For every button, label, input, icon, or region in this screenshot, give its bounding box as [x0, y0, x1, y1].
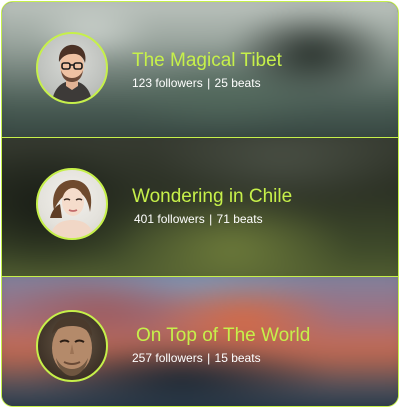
divider — [2, 276, 398, 277]
channel-title[interactable]: The Magical Tibet — [132, 49, 282, 73]
channel-item-on-top-of-the-world[interactable]: On Top of The World 257 followers | 15 b… — [2, 277, 398, 406]
beats-count: 71 beats — [216, 212, 263, 226]
avatar-photo-man — [52, 316, 92, 376]
channel-info: The Magical Tibet 123 followers | 25 bea… — [132, 49, 282, 91]
beats-count: 15 beats — [214, 351, 261, 365]
channel-info: On Top of The World 257 followers | 15 b… — [132, 324, 310, 366]
channel-info: Wondering in Chile 401 followers | 71 be… — [132, 185, 292, 227]
stats-separator: | — [207, 351, 211, 365]
channel-stats: 257 followers | 15 beats — [132, 350, 310, 366]
stats-separator: | — [207, 76, 211, 90]
avatar — [36, 310, 108, 382]
divider — [2, 137, 398, 138]
avatar-photo-woman — [50, 179, 94, 238]
avatar-photo-man-glasses — [52, 44, 92, 102]
channel-stats: 123 followers | 25 beats — [132, 75, 282, 91]
stats-separator: | — [209, 212, 213, 226]
channel-item-wondering-in-chile[interactable]: Wondering in Chile 401 followers | 71 be… — [2, 138, 398, 276]
followers-count: 123 followers — [132, 76, 203, 90]
channel-list: The Magical Tibet 123 followers | 25 bea… — [1, 1, 399, 407]
channel-title[interactable]: Wondering in Chile — [132, 185, 292, 209]
channel-stats: 401 followers | 71 beats — [132, 211, 292, 227]
channel-title[interactable]: On Top of The World — [132, 324, 310, 348]
followers-count: 401 followers — [134, 212, 205, 226]
followers-count: 257 followers — [132, 351, 203, 365]
avatar — [36, 32, 108, 104]
beats-count: 25 beats — [214, 76, 261, 90]
channel-item-magical-tibet[interactable]: The Magical Tibet 123 followers | 25 bea… — [2, 2, 398, 137]
avatar — [36, 168, 108, 240]
